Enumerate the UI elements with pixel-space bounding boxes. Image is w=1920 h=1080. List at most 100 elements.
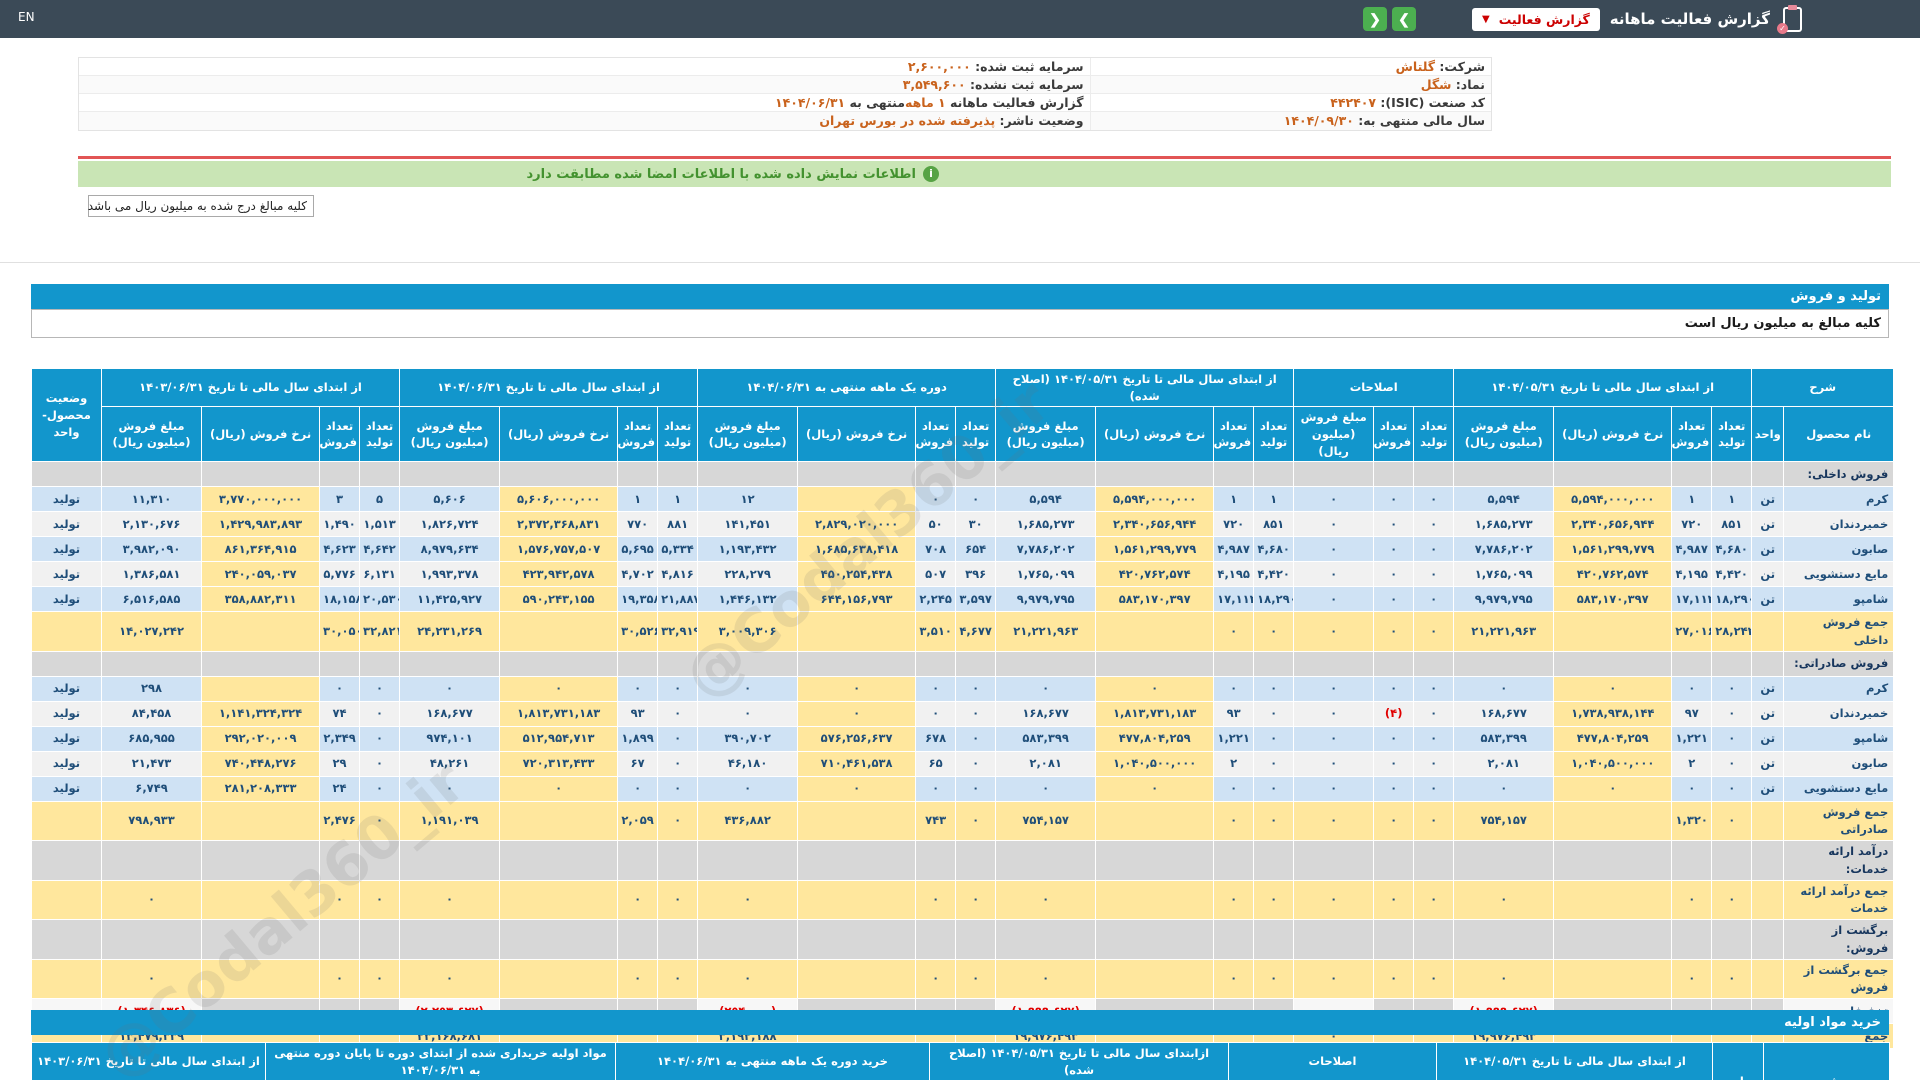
table-row: مایع دستشویی تن ۴,۴۲۰ ۴,۱۹۵ ۴۲۰,۷۶۲,۵۷۴ ۱,۷۶۵… <box>31 561 1895 588</box>
value-cell: ۰ <box>1413 611 1455 652</box>
header-status: وضعیت محصول-واحد <box>31 367 102 463</box>
value-cell <box>499 461 619 488</box>
value-cell: ۰ <box>1553 675 1673 702</box>
value-cell: ۰ <box>499 675 619 702</box>
value-cell <box>1671 919 1713 960</box>
value-cell: ۴,۶۴۲ <box>359 536 401 563</box>
value-cell: ۱,۵۶۱,۲۹۹,۷۷۹ <box>1553 536 1673 563</box>
value-cell <box>797 650 917 677</box>
product-name-cell: جمع فروش داخلی <box>1783 611 1895 652</box>
value-cell <box>797 461 917 488</box>
info-cell: سرمایه ثبت شده: ۲,۶۰۰,۰۰۰ <box>79 58 1090 75</box>
value-cell <box>995 650 1097 677</box>
value-cell: ۲,۱۳۰,۶۷۶ <box>100 511 203 538</box>
value-cell: ۲۱,۲۲۱,۹۶۳ <box>995 611 1097 652</box>
value-cell <box>359 461 401 488</box>
value-cell: ۰ <box>915 958 957 1000</box>
value-cell: ۰ <box>955 775 997 802</box>
value-cell: ۰ <box>697 775 799 802</box>
value-cell <box>201 879 321 921</box>
table-row: صابون تن ۴,۶۸۰ ۴,۹۸۷ ۱,۵۶۱,۲۹۹,۷۷۹ ۷,۷۸۶,۲۰۲ ۰… <box>31 536 1895 563</box>
table-row: شامپو تن ۰ ۱,۲۲۱ ۴۷۷,۸۰۴,۲۵۹ ۵۸۳,۳۹۹ ۰ ۰ ۰ ۰ ۱,۲۲۱… <box>31 725 1895 752</box>
value-cell: ۱,۴۴۶,۱۳۲ <box>697 586 799 613</box>
value-cell: ۰ <box>1413 511 1455 538</box>
value-cell: ۰ <box>1253 958 1295 1000</box>
value-cell: ۱ <box>657 486 699 513</box>
previous-report-button[interactable]: ❮ <box>1362 7 1387 31</box>
value-cell <box>100 840 203 881</box>
value-cell: ۰ <box>1253 879 1295 921</box>
header-period-group: اصلاحات <box>1228 1041 1437 1080</box>
value-cell: ۰ <box>1373 958 1415 1000</box>
value-cell: ۳,۷۷۰,۰۰۰,۰۰۰ <box>201 486 321 513</box>
unit-cell: تن <box>1751 750 1785 777</box>
value-cell <box>1373 461 1415 488</box>
value-cell: ۱,۱۹۱,۰۳۹ <box>399 800 501 842</box>
value-cell: ۴,۱۹۵ <box>1213 561 1255 588</box>
status-cell <box>31 919 102 960</box>
next-report-button[interactable]: ❯ <box>1391 7 1416 31</box>
value-cell: ۰ <box>1253 750 1295 777</box>
value-cell: ۸۴,۴۵۸ <box>100 700 203 727</box>
value-cell: ۰ <box>359 675 401 702</box>
report-type-dropdown[interactable]: گزارش فعالیت ▼ <box>1471 7 1600 31</box>
language-switch-en[interactable]: EN <box>18 10 35 24</box>
value-cell: ۳۲,۸۲۱ <box>359 611 401 652</box>
value-cell: ۲۱,۲۲۱,۹۶۳ <box>1453 611 1555 652</box>
value-cell: ۱ <box>1671 486 1713 513</box>
value-cell <box>499 650 619 677</box>
value-cell: ۰ <box>1373 611 1415 652</box>
value-cell: ۱,۸۱۳,۷۳۱,۱۸۳ <box>499 700 619 727</box>
value-cell: ۵۰ <box>915 511 957 538</box>
product-name-cell: جمع برگشت از فروش <box>1783 958 1895 1000</box>
value-cell: ۷۴ <box>319 700 361 727</box>
value-cell <box>955 919 997 960</box>
table-row: خمیردندان تن ۸۵۱ ۷۲۰ ۲,۳۴۰,۶۵۶,۹۴۴ ۱,۶۸۵,۲۷۳ ۰… <box>31 511 1895 538</box>
header-period-group: از ابتدای سال مالی تا تاریخ ۱۴۰۳/۰۶/۳۱ <box>31 1041 266 1080</box>
value-cell: ۲,۳۴۹ <box>319 725 361 752</box>
value-cell: ۰ <box>319 675 361 702</box>
value-cell: ۰ <box>1293 725 1375 752</box>
value-cell: ۰ <box>955 879 997 921</box>
section-title-production-sales: تولید و فروش <box>31 284 1889 309</box>
value-cell: ۵,۶۰۶ <box>399 486 501 513</box>
unit-cell: تن <box>1751 675 1785 702</box>
total-row: جمع درآمد ارائه خدمات ۰ ۰ ۰ ۰ ۰ ۰ ۰ ۰ ۰ ۰ ۰ ۰ ۰ ۰ ۰ ۰ ۰ ۰ <box>31 879 1895 921</box>
table-row: کرم تن ۰ ۰ ۰ ۰ ۰ ۰ ۰ ۰ ۰ ۰ ۰ ۰ ۰ ۰ ۰ ۰ ۰ ۰ ۰ ۰ ۰ ۲۹۸ تولید <box>31 675 1895 702</box>
header-period-group: از ابتدای سال مالی تا تاریخ ۱۴۰۴/۰۵/۳۱ (… <box>995 367 1295 408</box>
value-cell <box>697 919 799 960</box>
info-icon: i <box>923 166 939 182</box>
value-cell <box>697 650 799 677</box>
value-cell: ۳۹۰,۷۰۲ <box>697 725 799 752</box>
header-subcolumn: نرخ فروش (ریال) <box>1095 406 1215 463</box>
info-value: ۲,۶۰۰,۰۰۰ <box>907 59 971 74</box>
section-title-raw-material-purchase: خرید مواد اولیه <box>31 1010 1889 1035</box>
value-cell: ۰ <box>1413 800 1455 842</box>
value-cell: ۱,۶۸۵,۶۳۸,۴۱۸ <box>797 536 917 563</box>
value-cell <box>1453 461 1555 488</box>
value-cell: ۰ <box>955 958 997 1000</box>
section-row: درآمد ارائه خدمات: <box>31 840 1895 881</box>
signed-info-alert-content: i اطلاعات نمایش داده شده با اطلاعات امضا… <box>526 161 939 187</box>
value-cell: ۱,۲۲۱ <box>1671 725 1713 752</box>
value-cell: ۲,۰۵۹ <box>617 800 659 842</box>
unit-cell: تن <box>1751 700 1785 727</box>
value-cell: ۱۴,۰۲۷,۲۴۲ <box>100 611 203 652</box>
value-cell: ۲۹ <box>319 750 361 777</box>
value-cell: ۶۸۵,۹۵۵ <box>100 725 203 752</box>
product-name-cell: مایع دستشویی <box>1783 561 1895 588</box>
value-cell <box>1711 919 1753 960</box>
header-unit: واحد <box>1751 406 1785 463</box>
value-cell <box>1671 650 1713 677</box>
value-cell: ۰ <box>955 700 997 727</box>
value-cell <box>1095 879 1215 921</box>
value-cell: ۲۱,۸۸۷ <box>657 586 699 613</box>
value-cell: ۳۰,۵۲۶ <box>617 611 659 652</box>
status-cell <box>31 840 102 881</box>
value-cell: ۹,۹۷۹,۷۹۵ <box>995 586 1097 613</box>
value-cell: ۲۹۲,۰۲۰,۰۰۹ <box>201 725 321 752</box>
product-name-cell: صابون <box>1783 536 1895 563</box>
unit-cell <box>1751 461 1785 488</box>
value-cell: ۰ <box>1253 675 1295 702</box>
value-cell <box>1553 840 1673 881</box>
